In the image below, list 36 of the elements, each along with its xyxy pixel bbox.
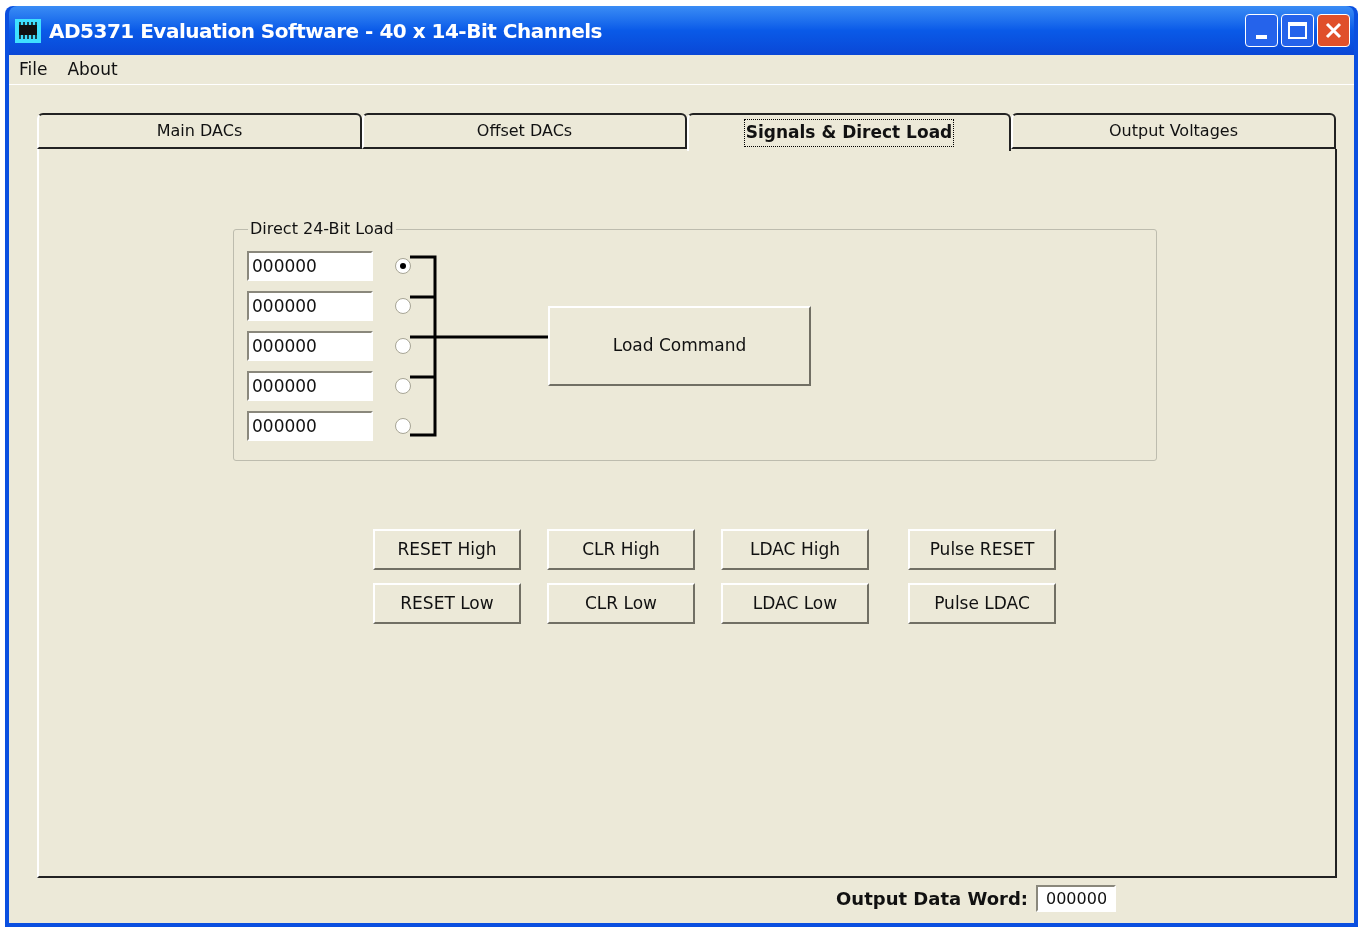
minimize-button[interactable] [1245, 14, 1278, 47]
signal-button[interactable]: Pulse LDAC [908, 583, 1056, 624]
hex-input-field[interactable]: 000000 [247, 371, 373, 401]
radio-button[interactable] [395, 418, 411, 434]
signal-button[interactable]: LDAC Low [721, 583, 869, 624]
tab[interactable]: Output Voltages [1011, 113, 1336, 149]
signal-button[interactable]: LDAC High [721, 529, 869, 570]
maximize-button[interactable] [1281, 14, 1314, 47]
output-data-word-label: Output Data Word: [836, 887, 1028, 911]
chip-icon [15, 18, 41, 43]
tab[interactable]: Offset DACs [362, 113, 687, 149]
signal-button[interactable]: RESET Low [373, 583, 521, 624]
radio-button[interactable] [395, 378, 411, 394]
tab[interactable]: Main DACs [37, 113, 362, 149]
hex-input-field[interactable]: 000000 [247, 251, 373, 281]
tab[interactable]: Signals & Direct Load [687, 113, 1011, 151]
radio-button[interactable] [395, 298, 411, 314]
hex-input-field[interactable]: 000000 [247, 291, 373, 321]
signal-button[interactable]: Pulse RESET [908, 529, 1056, 570]
menu-item[interactable]: About [59, 56, 126, 83]
load-command-button[interactable]: Load Command [548, 306, 811, 386]
signal-button[interactable]: RESET High [373, 529, 521, 570]
close-button[interactable] [1317, 14, 1350, 47]
close-icon [1325, 22, 1342, 39]
signal-button[interactable]: CLR High [547, 529, 695, 570]
hex-input-field[interactable]: 000000 [247, 331, 373, 361]
signal-button[interactable]: CLR Low [547, 583, 695, 624]
maximize-icon [1288, 22, 1307, 39]
radio-button[interactable] [395, 338, 411, 354]
output-data-word-field[interactable]: 000000 [1036, 885, 1116, 912]
menu-item[interactable]: File [11, 56, 56, 83]
radio-button[interactable] [395, 258, 411, 274]
minimize-icon [1256, 35, 1267, 39]
window-title: AD5371 Evaluation Software - 40 x 14-Bit Channels [49, 17, 602, 45]
hex-input-field[interactable]: 000000 [247, 411, 373, 441]
group-title: Direct 24-Bit Load [249, 218, 395, 240]
